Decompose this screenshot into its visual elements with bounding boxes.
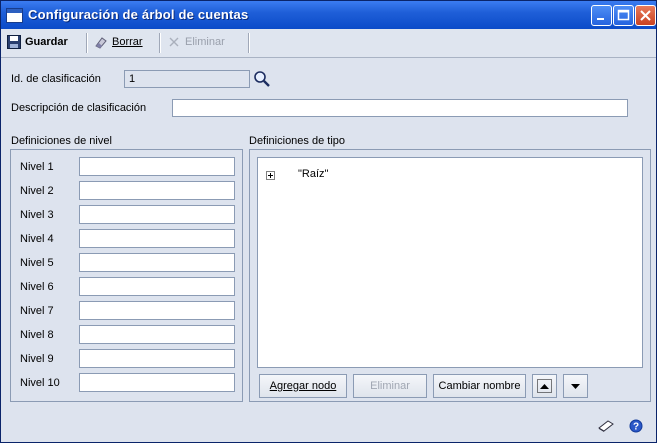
clear-label: Borrar: [112, 35, 143, 48]
move-up-button[interactable]: [532, 374, 557, 398]
title-bar[interactable]: Configuración de árbol de cuentas: [1, 1, 656, 29]
scissors-icon: [169, 37, 179, 47]
delete-label: Eliminar: [185, 35, 225, 48]
arrow-down-icon: [571, 384, 580, 389]
level-3-label: Nivel 3: [20, 209, 54, 221]
plus-icon: [268, 173, 273, 178]
level-7-field[interactable]: [79, 301, 235, 320]
note-button[interactable]: [597, 418, 615, 437]
tree-root-node[interactable]: "Raíz": [298, 168, 328, 180]
svg-text:?: ?: [633, 422, 639, 433]
main-window: Configuración de árbol de cuentas Guarda…: [0, 0, 657, 443]
minimize-icon: [597, 18, 604, 20]
delete-button[interactable]: Eliminar: [167, 35, 225, 51]
save-button[interactable]: Guardar: [7, 35, 68, 51]
types-group: "Raíz" Agregar nodo Eliminar Cambiar nom…: [249, 149, 651, 402]
toolbar-separator: [248, 33, 250, 53]
floppy-disk-icon: [7, 35, 21, 49]
level-8-label: Nivel 8: [20, 329, 54, 341]
level-5-field[interactable]: [79, 253, 235, 272]
toolbar-separator: [159, 33, 161, 53]
levels-heading: Definiciones de nivel: [11, 135, 112, 147]
add-node-button[interactable]: Agregar nodo: [259, 374, 347, 398]
note-icon: [598, 420, 614, 432]
clear-button[interactable]: Borrar: [94, 35, 143, 51]
lookup-button[interactable]: [253, 70, 271, 88]
level-1-field[interactable]: [79, 157, 235, 176]
classification-id-field[interactable]: 1: [124, 70, 250, 88]
maximize-icon: [617, 9, 630, 21]
window-icon: [6, 8, 23, 23]
save-label: Guardar: [25, 35, 68, 48]
level-10-label: Nivel 10: [20, 377, 60, 389]
level-4-label: Nivel 4: [20, 233, 54, 245]
level-10-field[interactable]: [79, 373, 235, 392]
levels-group: Nivel 1 Nivel 2 Nivel 3 Nivel 4 Nivel 5 Nivel…: [10, 149, 243, 402]
level-9-label: Nivel 9: [20, 353, 54, 365]
minimize-button[interactable]: [591, 5, 612, 26]
help-button[interactable]: ?: [629, 419, 643, 436]
tree-view[interactable]: "Raíz": [257, 157, 643, 368]
close-button[interactable]: [635, 5, 656, 26]
level-6-label: Nivel 6: [20, 281, 54, 293]
level-1-label: Nivel 1: [20, 161, 54, 173]
toolbar-separator: [86, 33, 88, 53]
level-5-label: Nivel 5: [20, 257, 54, 269]
move-down-button[interactable]: [563, 374, 588, 398]
classification-desc-field[interactable]: [172, 99, 628, 117]
level-4-field[interactable]: [79, 229, 235, 248]
level-9-field[interactable]: [79, 349, 235, 368]
level-8-field[interactable]: [79, 325, 235, 344]
level-6-field[interactable]: [79, 277, 235, 296]
level-3-field[interactable]: [79, 205, 235, 224]
toolbar: Guardar Borrar Eliminar: [1, 29, 656, 58]
window-title: Configuración de árbol de cuentas: [28, 7, 249, 22]
rename-button[interactable]: Cambiar nombre: [433, 374, 526, 398]
level-2-field[interactable]: [79, 181, 235, 200]
maximize-button[interactable]: [613, 5, 634, 26]
close-icon: [640, 10, 651, 21]
classification-id-label: Id. de clasificación: [11, 73, 101, 85]
level-7-label: Nivel 7: [20, 305, 54, 317]
level-2-label: Nivel 2: [20, 185, 54, 197]
delete-node-button[interactable]: Eliminar: [353, 374, 427, 398]
help-icon: ?: [629, 419, 643, 433]
arrow-up-icon: [537, 379, 552, 393]
tree-expand-icon[interactable]: [266, 171, 275, 180]
classification-desc-label: Descripción de clasificación: [11, 102, 147, 114]
eraser-icon: [95, 37, 107, 49]
types-heading: Definiciones de tipo: [249, 135, 346, 147]
magnifier-icon: [254, 71, 270, 87]
